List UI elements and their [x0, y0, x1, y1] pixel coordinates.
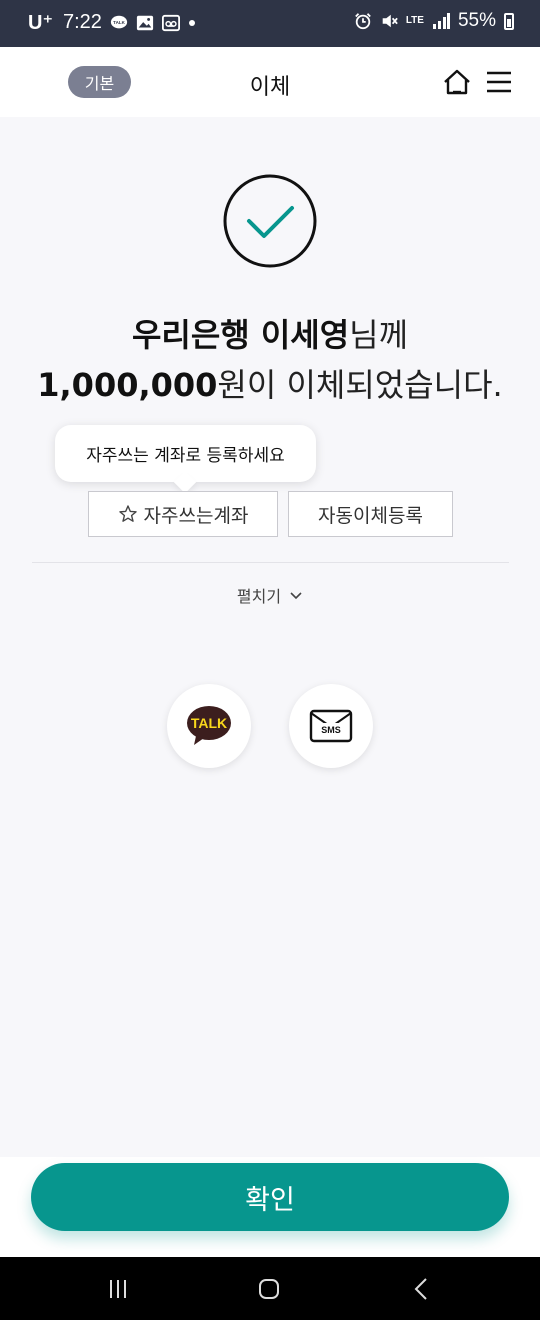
mute-icon [382, 14, 398, 28]
gallery-notification-icon [136, 15, 154, 30]
chevron-down-icon [290, 592, 302, 600]
alarm-icon [354, 13, 371, 30]
status-bar: U⁺ 7:22 TALK LTE 55% [0, 0, 540, 47]
carrier-label: U⁺ [28, 12, 53, 34]
back-icon[interactable] [408, 1275, 436, 1303]
kakaotalk-notification-icon: TALK [110, 15, 128, 28]
share-kakaotalk-button[interactable]: TALK [167, 684, 251, 768]
recent-apps-icon[interactable] [104, 1275, 132, 1303]
menu-icon[interactable] [485, 68, 513, 96]
home-icon[interactable] [442, 67, 472, 97]
divider [32, 562, 509, 563]
bottom-action-area: 확인 [0, 1157, 540, 1257]
expand-toggle[interactable]: 펼치기 [0, 583, 540, 607]
transfer-result-content: 우리은행 이세영님께 1,000,000원이 이체되었습니다. 자주쓰는 계좌로… [0, 117, 540, 1157]
more-notifications-icon [188, 19, 195, 26]
result-message-line1: 우리은행 이세영님께 [0, 315, 540, 355]
success-check-icon [223, 174, 317, 268]
star-icon [118, 505, 137, 522]
sms-icon: SMS [309, 709, 353, 743]
expand-label: 펼치기 [236, 587, 282, 606]
recipient-name: 우리은행 이세영 [131, 316, 350, 354]
kakaotalk-label: TALK [191, 715, 227, 731]
favorite-account-label: 자주쓰는계좌 [143, 504, 249, 527]
signal-icon [432, 13, 450, 29]
svg-text:TALK: TALK [113, 19, 125, 24]
auto-transfer-label: 자동이체등록 [318, 504, 423, 527]
sms-label: SMS [321, 725, 341, 735]
transfer-amount: 1,000,000 [37, 366, 218, 404]
favorite-account-tooltip: 자주쓰는 계좌로 등록하세요 [55, 425, 316, 482]
battery-percent: 55% [457, 10, 496, 31]
recipient-suffix: 님께 [349, 316, 409, 354]
result-message-line2: 1,000,000원이 이체되었습니다. [0, 365, 540, 405]
auto-transfer-button[interactable]: 자동이체등록 [288, 491, 453, 537]
network-type-label: LTE [405, 15, 424, 26]
favorite-account-button[interactable]: 자주쓰는계좌 [88, 491, 278, 537]
voicemail-notification-icon [161, 14, 180, 31]
system-navigation-bar [0, 1257, 540, 1320]
amount-suffix: 원이 이체되었습니다. [217, 366, 503, 404]
battery-icon [504, 12, 514, 30]
kakaotalk-icon: TALK [187, 706, 231, 745]
confirm-button[interactable]: 확인 [31, 1163, 509, 1231]
share-sms-button[interactable]: SMS [289, 684, 373, 768]
app-header: 기본 이체 [0, 47, 540, 117]
home-nav-icon[interactable] [255, 1275, 283, 1303]
clock: 7:22 [63, 11, 102, 33]
